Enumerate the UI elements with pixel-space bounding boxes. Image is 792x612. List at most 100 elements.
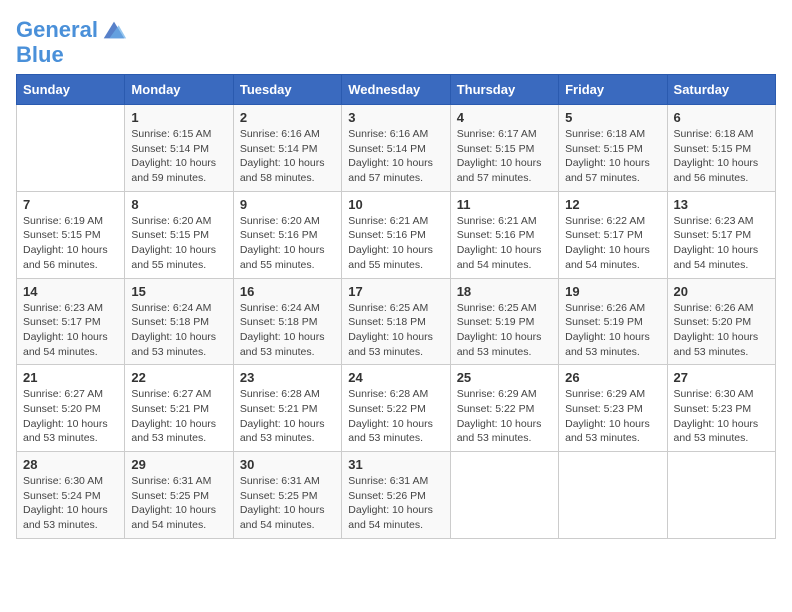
day-info: Sunrise: 6:31 AMSunset: 5:25 PMDaylight:…: [131, 474, 226, 533]
calendar-table: SundayMondayTuesdayWednesdayThursdayFrid…: [16, 74, 776, 539]
day-info: Sunrise: 6:27 AMSunset: 5:21 PMDaylight:…: [131, 387, 226, 446]
day-header-tuesday: Tuesday: [233, 75, 341, 105]
day-header-friday: Friday: [559, 75, 667, 105]
day-info: Sunrise: 6:20 AMSunset: 5:16 PMDaylight:…: [240, 214, 335, 273]
day-info: Sunrise: 6:23 AMSunset: 5:17 PMDaylight:…: [674, 214, 769, 273]
day-info: Sunrise: 6:29 AMSunset: 5:22 PMDaylight:…: [457, 387, 552, 446]
calendar-cell: 16 Sunrise: 6:24 AMSunset: 5:18 PMDayligh…: [233, 278, 341, 365]
day-header-saturday: Saturday: [667, 75, 775, 105]
calendar-cell: [450, 452, 558, 539]
page-header: General Blue: [16, 16, 776, 66]
calendar-cell: 14Sunrise: 6:23 AMSunset: 5:17 PMDayligh…: [17, 278, 125, 365]
day-info: Sunrise: 6:18 AMSunset: 5:15 PMDaylight:…: [674, 127, 769, 186]
day-number: 2: [240, 110, 335, 125]
day-info: Sunrise: 6:29 AMSunset: 5:23 PMDaylight:…: [565, 387, 660, 446]
day-number: 19: [565, 284, 660, 299]
day-info: Sunrise: 6:27 AMSunset: 5:20 PMDaylight:…: [23, 387, 118, 446]
day-number: 25: [457, 370, 552, 385]
calendar-cell: [667, 452, 775, 539]
day-info: Sunrise: 6:24 AMSunset: 5:18 PMDaylight:…: [240, 301, 335, 360]
calendar-cell: 3 Sunrise: 6:16 AMSunset: 5:14 PMDaylight…: [342, 105, 450, 192]
calendar-cell: 11 Sunrise: 6:21 AMSunset: 5:16 PMDayligh…: [450, 191, 558, 278]
day-info: Sunrise: 6:21 AMSunset: 5:16 PMDaylight:…: [348, 214, 443, 273]
day-number: 20: [674, 284, 769, 299]
calendar-cell: 12 Sunrise: 6:22 AMSunset: 5:17 PMDayligh…: [559, 191, 667, 278]
calendar-cell: 20 Sunrise: 6:26 AMSunset: 5:20 PMDayligh…: [667, 278, 775, 365]
day-header-monday: Monday: [125, 75, 233, 105]
logo-blue: Blue: [16, 44, 128, 66]
day-info: Sunrise: 6:15 AMSunset: 5:14 PMDaylight:…: [131, 127, 226, 186]
calendar-week-1: 1 Sunrise: 6:15 AMSunset: 5:14 PMDaylight…: [17, 105, 776, 192]
calendar-cell: 23Sunrise: 6:28 AMSunset: 5:21 PMDayligh…: [233, 365, 341, 452]
day-info: Sunrise: 6:21 AMSunset: 5:16 PMDaylight:…: [457, 214, 552, 273]
day-info: Sunrise: 6:18 AMSunset: 5:15 PMDaylight:…: [565, 127, 660, 186]
day-info: Sunrise: 6:30 AMSunset: 5:23 PMDaylight:…: [674, 387, 769, 446]
day-info: Sunrise: 6:30 AMSunset: 5:24 PMDaylight:…: [23, 474, 118, 533]
day-info: Sunrise: 6:26 AMSunset: 5:19 PMDaylight:…: [565, 301, 660, 360]
day-number: 29: [131, 457, 226, 472]
calendar-week-3: 14Sunrise: 6:23 AMSunset: 5:17 PMDayligh…: [17, 278, 776, 365]
calendar-cell: 24Sunrise: 6:28 AMSunset: 5:22 PMDayligh…: [342, 365, 450, 452]
day-number: 18: [457, 284, 552, 299]
calendar-cell: 8Sunrise: 6:20 AMSunset: 5:15 PMDaylight…: [125, 191, 233, 278]
day-number: 28: [23, 457, 118, 472]
day-info: Sunrise: 6:25 AMSunset: 5:18 PMDaylight:…: [348, 301, 443, 360]
calendar-cell: 1 Sunrise: 6:15 AMSunset: 5:14 PMDaylight…: [125, 105, 233, 192]
day-info: Sunrise: 6:20 AMSunset: 5:15 PMDaylight:…: [131, 214, 226, 273]
day-info: Sunrise: 6:23 AMSunset: 5:17 PMDaylight:…: [23, 301, 118, 360]
day-info: Sunrise: 6:31 AMSunset: 5:25 PMDaylight:…: [240, 474, 335, 533]
day-info: Sunrise: 6:31 AMSunset: 5:26 PMDaylight:…: [348, 474, 443, 533]
day-number: 27: [674, 370, 769, 385]
day-info: Sunrise: 6:28 AMSunset: 5:22 PMDaylight:…: [348, 387, 443, 446]
calendar-cell: 5 Sunrise: 6:18 AMSunset: 5:15 PMDaylight…: [559, 105, 667, 192]
day-info: Sunrise: 6:22 AMSunset: 5:17 PMDaylight:…: [565, 214, 660, 273]
calendar-cell: 18 Sunrise: 6:25 AMSunset: 5:19 PMDayligh…: [450, 278, 558, 365]
day-number: 16: [240, 284, 335, 299]
day-number: 6: [674, 110, 769, 125]
day-number: 31: [348, 457, 443, 472]
day-info: Sunrise: 6:24 AMSunset: 5:18 PMDaylight:…: [131, 301, 226, 360]
calendar-cell: 29 Sunrise: 6:31 AMSunset: 5:25 PMDayligh…: [125, 452, 233, 539]
day-header-thursday: Thursday: [450, 75, 558, 105]
day-number: 12: [565, 197, 660, 212]
calendar-cell: 30 Sunrise: 6:31 AMSunset: 5:25 PMDayligh…: [233, 452, 341, 539]
day-info: Sunrise: 6:16 AMSunset: 5:14 PMDaylight:…: [348, 127, 443, 186]
day-number: 5: [565, 110, 660, 125]
day-info: Sunrise: 6:28 AMSunset: 5:21 PMDaylight:…: [240, 387, 335, 446]
logo-text: General: [16, 18, 98, 42]
day-header-sunday: Sunday: [17, 75, 125, 105]
calendar-cell: 19 Sunrise: 6:26 AMSunset: 5:19 PMDayligh…: [559, 278, 667, 365]
calendar-cell: 31 Sunrise: 6:31 AMSunset: 5:26 PMDayligh…: [342, 452, 450, 539]
day-number: 30: [240, 457, 335, 472]
calendar-cell: 25 Sunrise: 6:29 AMSunset: 5:22 PMDayligh…: [450, 365, 558, 452]
calendar-cell: 7Sunrise: 6:19 AMSunset: 5:15 PMDaylight…: [17, 191, 125, 278]
calendar-week-5: 28 Sunrise: 6:30 AMSunset: 5:24 PMDayligh…: [17, 452, 776, 539]
calendar-cell: 9 Sunrise: 6:20 AMSunset: 5:16 PMDaylight…: [233, 191, 341, 278]
day-number: 11: [457, 197, 552, 212]
calendar-cell: 28 Sunrise: 6:30 AMSunset: 5:24 PMDayligh…: [17, 452, 125, 539]
day-number: 17: [348, 284, 443, 299]
day-number: 4: [457, 110, 552, 125]
day-info: Sunrise: 6:19 AMSunset: 5:15 PMDaylight:…: [23, 214, 118, 273]
calendar-cell: 2Sunrise: 6:16 AMSunset: 5:14 PMDaylight…: [233, 105, 341, 192]
calendar-cell: [17, 105, 125, 192]
calendar-cell: 15 Sunrise: 6:24 AMSunset: 5:18 PMDayligh…: [125, 278, 233, 365]
day-info: Sunrise: 6:26 AMSunset: 5:20 PMDaylight:…: [674, 301, 769, 360]
calendar-week-2: 7Sunrise: 6:19 AMSunset: 5:15 PMDaylight…: [17, 191, 776, 278]
day-number: 3: [348, 110, 443, 125]
calendar-header-row: SundayMondayTuesdayWednesdayThursdayFrid…: [17, 75, 776, 105]
calendar-cell: 10Sunrise: 6:21 AMSunset: 5:16 PMDayligh…: [342, 191, 450, 278]
day-info: Sunrise: 6:17 AMSunset: 5:15 PMDaylight:…: [457, 127, 552, 186]
calendar-cell: 22 Sunrise: 6:27 AMSunset: 5:21 PMDayligh…: [125, 365, 233, 452]
calendar-cell: 17 Sunrise: 6:25 AMSunset: 5:18 PMDayligh…: [342, 278, 450, 365]
day-number: 1: [131, 110, 226, 125]
day-number: 15: [131, 284, 226, 299]
day-number: 22: [131, 370, 226, 385]
calendar-cell: 26Sunrise: 6:29 AMSunset: 5:23 PMDayligh…: [559, 365, 667, 452]
calendar-cell: 21Sunrise: 6:27 AMSunset: 5:20 PMDayligh…: [17, 365, 125, 452]
calendar-cell: [559, 452, 667, 539]
calendar-cell: 4 Sunrise: 6:17 AMSunset: 5:15 PMDaylight…: [450, 105, 558, 192]
calendar-cell: 6 Sunrise: 6:18 AMSunset: 5:15 PMDaylight…: [667, 105, 775, 192]
day-info: Sunrise: 6:25 AMSunset: 5:19 PMDaylight:…: [457, 301, 552, 360]
day-number: 9: [240, 197, 335, 212]
